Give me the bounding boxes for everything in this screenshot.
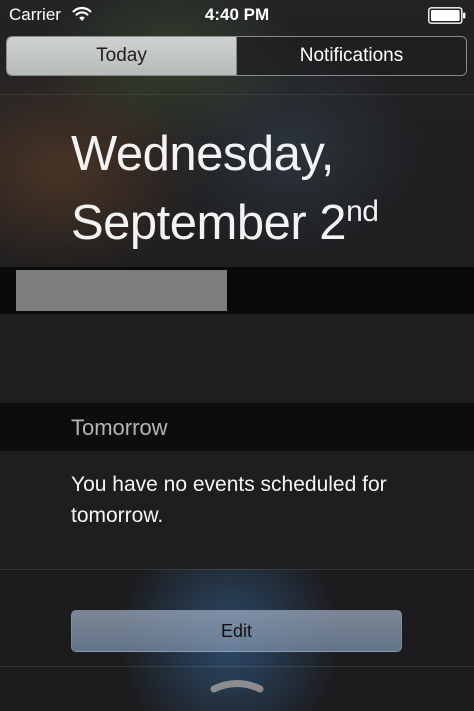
date-heading: Wednesday, September 2nd	[71, 125, 379, 252]
date-month-day-text: September 2	[71, 196, 347, 250]
divider	[0, 94, 474, 95]
divider	[0, 569, 474, 570]
notification-center: Carrier 4:40 PM Today Notifications Wedn…	[0, 0, 474, 711]
tab-today[interactable]: Today	[7, 37, 237, 75]
summary-area	[0, 314, 474, 403]
date-weekday: Wednesday,	[71, 127, 334, 181]
tomorrow-title: Tomorrow	[71, 415, 168, 440]
date-ordinal-suffix: nd	[346, 195, 379, 228]
tomorrow-message: You have no events scheduled for tomorro…	[71, 473, 387, 527]
battery-full-icon	[428, 7, 466, 24]
date-month-day: September 2nd	[71, 183, 379, 252]
redacted-summary-block	[16, 270, 227, 311]
divider	[0, 666, 474, 667]
edit-button[interactable]: Edit	[71, 610, 402, 652]
tomorrow-section-body: You have no events scheduled for tomorro…	[0, 451, 474, 569]
tomorrow-section-header: Tomorrow	[0, 403, 474, 451]
grabber-handle-icon[interactable]	[209, 676, 265, 696]
tab-segmented-control: Today Notifications	[6, 36, 467, 76]
status-time: 4:40 PM	[204, 5, 270, 24]
weather-summary-band	[0, 267, 474, 314]
tab-notifications[interactable]: Notifications	[237, 37, 466, 75]
status-bar: Carrier 4:40 PM	[0, 0, 474, 32]
